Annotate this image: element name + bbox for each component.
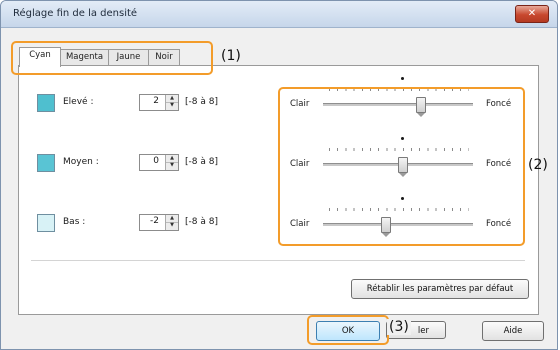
range-label-low: [-8 à 8] xyxy=(185,217,218,227)
level-label-medium: Moyen : xyxy=(63,157,99,167)
range-label-medium: [-8 à 8] xyxy=(185,157,218,167)
spinbox-buttons: ▲ ▼ xyxy=(165,215,178,230)
spinbox-value-medium: 0 xyxy=(153,156,159,166)
default-marker xyxy=(401,77,404,80)
spinbox-value-high: 2 xyxy=(153,96,159,106)
window-title: Réglage fin de la densité xyxy=(13,8,138,19)
tab-cyan[interactable]: Cyan xyxy=(19,47,61,67)
color-swatch-low xyxy=(37,214,55,232)
level-label-low: Bas : xyxy=(63,217,86,227)
title-bar: Réglage fin de la densité ✕ xyxy=(1,1,557,28)
density-spinbox-high[interactable]: 2 ▲ ▼ xyxy=(139,94,179,111)
dialog-window: Réglage fin de la densité ✕ Cyan Magenta… xyxy=(0,0,558,350)
divider xyxy=(31,260,525,261)
callout-box-ok xyxy=(307,315,389,345)
density-spinbox-low[interactable]: -2 ▲ ▼ xyxy=(139,214,179,231)
spinbox-value-low: -2 xyxy=(150,216,159,226)
color-swatch-medium xyxy=(37,154,55,172)
color-swatch-high xyxy=(37,94,55,112)
spinbox-buttons: ▲ ▼ xyxy=(165,155,178,170)
close-button[interactable]: ✕ xyxy=(515,5,549,23)
callout-box-sliders xyxy=(278,87,525,246)
level-label-high: Elevé : xyxy=(63,97,94,107)
range-label-high: [-8 à 8] xyxy=(185,97,218,107)
callout-label-three: (3) xyxy=(387,319,411,335)
spin-down-icon[interactable]: ▼ xyxy=(166,162,178,169)
help-button[interactable]: Aide xyxy=(482,321,544,341)
spin-down-icon[interactable]: ▼ xyxy=(166,222,178,229)
callout-label-two: (2) xyxy=(528,157,548,173)
spinbox-buttons: ▲ ▼ xyxy=(165,95,178,110)
reset-defaults-button[interactable]: Rétablir les paramètres par défaut xyxy=(351,279,529,299)
density-spinbox-medium[interactable]: 0 ▲ ▼ xyxy=(139,154,179,171)
callout-label-one: (1) xyxy=(221,48,241,64)
spin-down-icon[interactable]: ▼ xyxy=(166,102,178,109)
